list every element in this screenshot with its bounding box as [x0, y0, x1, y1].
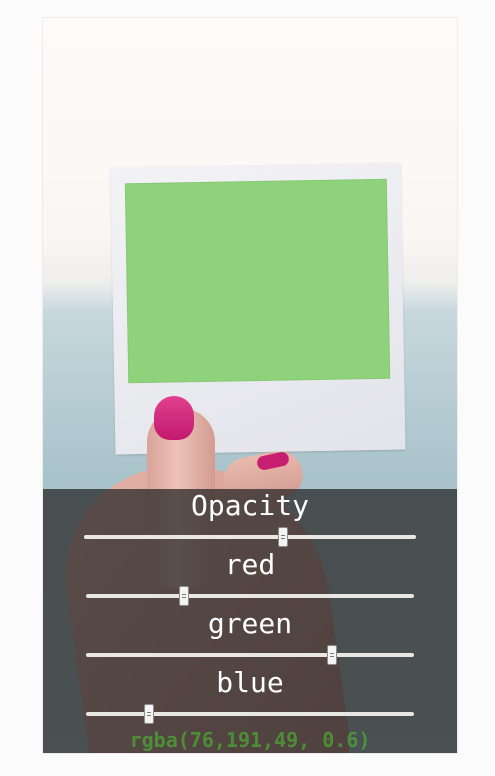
red-label: red	[224, 548, 276, 581]
opacity-label: Opacity	[190, 489, 309, 522]
blue-label: blue	[216, 666, 284, 699]
red-slider-thumb[interactable]	[178, 586, 189, 606]
color-swatch	[124, 178, 391, 384]
green-label: green	[207, 607, 293, 640]
blue-slider[interactable]	[86, 704, 414, 724]
color-mixer-card: Opacity red green blue rgba(76,191,49, 0…	[43, 18, 457, 753]
controls-panel: Opacity red green blue	[43, 489, 457, 753]
blue-slider-thumb[interactable]	[144, 704, 155, 724]
opacity-slider[interactable]	[84, 527, 416, 547]
thumb-nail	[154, 396, 194, 440]
rgba-readout: rgba(76,191,49, 0.6)	[129, 728, 371, 752]
opacity-slider-thumb[interactable]	[278, 527, 289, 547]
red-slider[interactable]	[86, 586, 414, 606]
green-slider[interactable]	[86, 645, 414, 665]
green-slider-thumb[interactable]	[326, 645, 337, 665]
